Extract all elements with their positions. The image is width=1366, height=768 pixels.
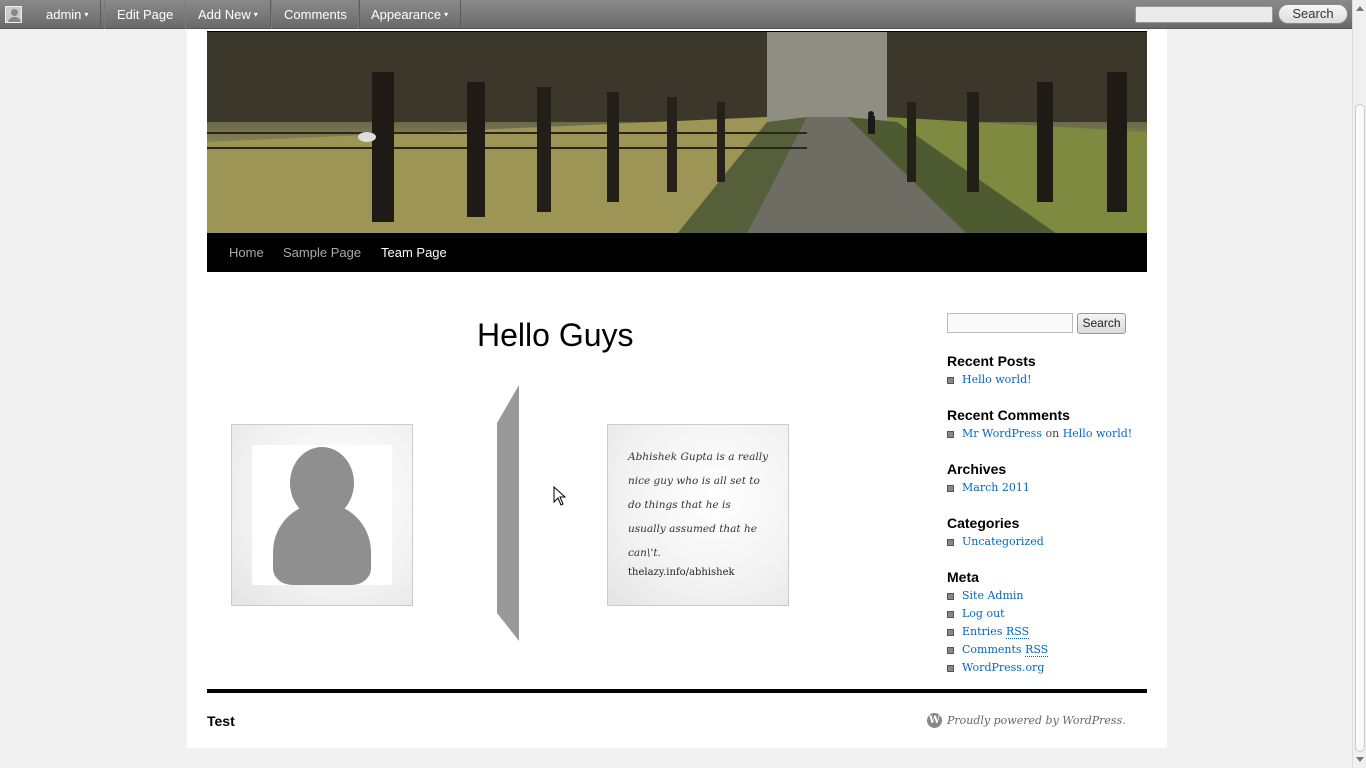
add-new-menu[interactable]: Add New ▾ <box>185 0 271 29</box>
comment-on-text: on <box>1045 427 1060 440</box>
list-item: March 2011 <box>947 479 1030 497</box>
list-item: Entries RSS <box>947 623 1048 641</box>
admin-user-label: admin <box>46 7 82 22</box>
meta-list: Site Admin Log out Entries RSS Comments … <box>947 587 1049 677</box>
comment-post-link[interactable]: Hello world! <box>1063 427 1133 440</box>
mouse-cursor-icon <box>553 486 567 506</box>
admin-user-menu[interactable]: admin ▾ <box>34 0 102 29</box>
recent-post-link[interactable]: Hello world! <box>962 373 1032 386</box>
team-member-photo-card[interactable] <box>231 424 413 606</box>
list-item: Site Admin <box>947 587 1048 605</box>
edit-page-button[interactable]: Edit Page <box>104 0 187 29</box>
rss-abbr: RSS <box>1025 643 1049 657</box>
chevron-down-icon: ▾ <box>444 10 449 19</box>
main-navigation: Home Sample Page Team Page <box>207 233 1147 272</box>
recent-comments-list: Mr WordPress on Hello world! <box>947 425 1132 443</box>
footer-divider <box>207 689 1147 693</box>
list-item: WordPress.org <box>947 659 1048 677</box>
list-item: Comments RSS <box>947 641 1049 659</box>
header-image <box>207 31 1147 233</box>
list-item: Uncategorized <box>947 533 1044 551</box>
admin-search-button[interactable]: Search <box>1278 4 1348 24</box>
meta-title: Meta <box>947 569 979 585</box>
appearance-label: Appearance <box>371 7 442 22</box>
appearance-menu[interactable]: Appearance ▾ <box>358 0 462 29</box>
entries-rss-link[interactable]: Entries RSS <box>962 625 1030 639</box>
chevron-down-icon: ▾ <box>253 10 258 19</box>
list-item: Hello world! <box>947 371 1032 389</box>
recent-posts-title: Recent Posts <box>947 353 1036 369</box>
avatar-placeholder-icon <box>252 445 392 585</box>
archive-link[interactable]: March 2011 <box>962 481 1030 494</box>
comments-label: Comments <box>962 643 1022 656</box>
add-new-label: Add New <box>198 7 251 22</box>
archives-title: Archives <box>947 461 1007 477</box>
entries-label: Entries <box>962 625 1003 638</box>
flipping-card-edge[interactable] <box>497 385 519 641</box>
scroll-down-icon[interactable] <box>1356 757 1364 762</box>
list-item: Log out <box>947 605 1048 623</box>
log-out-link[interactable]: Log out <box>962 607 1005 620</box>
admin-search-input[interactable] <box>1135 6 1273 23</box>
categories-list: Uncategorized <box>947 533 1044 551</box>
archives-list: March 2011 <box>947 479 1030 497</box>
scrollbar-thumb[interactable] <box>1355 104 1365 752</box>
categories-title: Categories <box>947 515 1020 531</box>
list-item: Mr WordPress on Hello world! <box>947 425 1132 443</box>
rss-abbr: RSS <box>1005 625 1030 639</box>
site-admin-link[interactable]: Site Admin <box>962 589 1024 602</box>
admin-bar: admin ▾ Edit Page Add New ▾ Comments Appea… <box>0 0 1352 29</box>
bio-text: Abhishek Gupta is a really nice guy who … <box>628 451 769 559</box>
footer-site-title[interactable]: Test <box>207 713 235 729</box>
sidebar-search-input[interactable] <box>947 313 1073 333</box>
scroll-up-icon[interactable] <box>1356 6 1364 11</box>
tree-lined-road-image <box>207 32 1147 233</box>
wordpress-org-link[interactable]: WordPress.org <box>962 661 1044 674</box>
comment-author-link[interactable]: Mr WordPress <box>962 427 1042 440</box>
nav-item-home[interactable]: Home <box>229 233 264 272</box>
footer-credit-text: Proudly powered by WordPress. <box>947 714 1126 727</box>
user-avatar-icon[interactable] <box>5 6 22 23</box>
page-wrapper: Home Sample Page Team Page Hello Guys Ab… <box>187 29 1167 748</box>
nav-item-team-page[interactable]: Team Page <box>381 233 447 272</box>
sidebar-search-button[interactable]: Search <box>1077 313 1126 334</box>
nav-item-sample-page[interactable]: Sample Page <box>283 233 361 272</box>
recent-posts-list: Hello world! <box>947 371 1032 389</box>
vertical-scrollbar[interactable] <box>1352 0 1366 768</box>
comments-rss-link[interactable]: Comments RSS <box>962 643 1049 657</box>
profile-link[interactable]: thelazy.info/abhishek <box>628 567 735 578</box>
team-member-bio-card[interactable]: Abhishek Gupta is a really nice guy who … <box>607 424 789 606</box>
footer-credit[interactable]: Proudly powered by WordPress. <box>927 714 1126 727</box>
category-link[interactable]: Uncategorized <box>962 535 1044 548</box>
comments-button[interactable]: Comments <box>271 0 360 29</box>
recent-comments-title: Recent Comments <box>947 407 1070 423</box>
page-title: Hello Guys <box>477 317 634 353</box>
chevron-down-icon: ▾ <box>84 10 89 19</box>
